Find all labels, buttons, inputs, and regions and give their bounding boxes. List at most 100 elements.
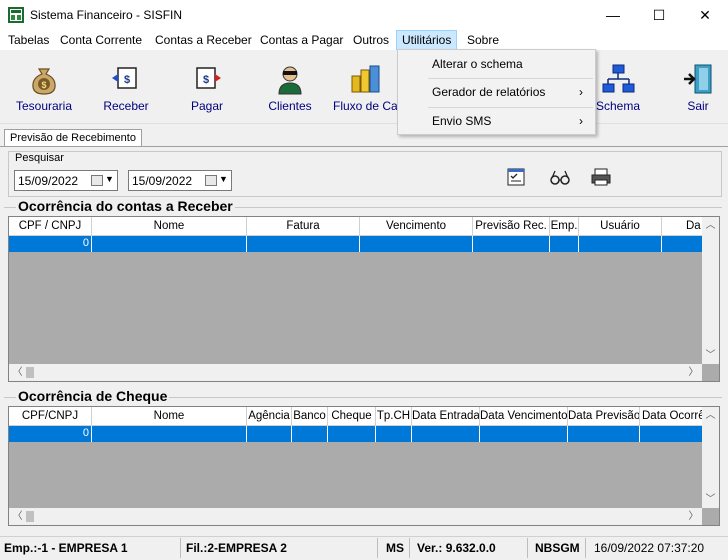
cell-data-ocorrencia[interactable]: [640, 426, 702, 442]
cell-usuario[interactable]: [579, 236, 662, 252]
cheque-grid[interactable]: CPF/CNPJ Nome Agência Banco Cheque Tp.CH…: [8, 406, 720, 526]
calendar-icon[interactable]: [91, 175, 103, 186]
cell-cheque[interactable]: [328, 426, 376, 442]
scroll-down-icon[interactable]: ﹀: [702, 491, 719, 508]
col-usuario[interactable]: Usuário: [579, 217, 662, 236]
cell-cpf-cnpj[interactable]: 0: [9, 236, 92, 252]
scroll-down-icon[interactable]: ﹀: [702, 347, 719, 364]
status-separator: [527, 538, 528, 558]
cell-nome[interactable]: [92, 236, 247, 252]
cell-previsao-rec[interactable]: [473, 236, 550, 252]
vertical-scrollbar[interactable]: ︿ ﹀: [702, 407, 719, 508]
col-cpf-cnpj[interactable]: CPF/CNPJ: [9, 407, 92, 426]
scroll-right-icon[interactable]: 〉: [685, 364, 702, 381]
chevron-down-icon[interactable]: ▼: [219, 174, 228, 184]
fluxo-de-caixa-button[interactable]: Fluxo de Caixa: [333, 62, 397, 122]
cell-banco[interactable]: [292, 426, 328, 442]
cell-fatura[interactable]: [247, 236, 360, 252]
menu-conta-corrente[interactable]: Conta Corrente: [55, 30, 147, 50]
horizontal-scrollbar[interactable]: 〈 〉: [9, 508, 702, 525]
pagar-label: Pagar: [190, 99, 224, 113]
col-nome[interactable]: Nome: [92, 407, 247, 426]
cell-tp-ch[interactable]: [376, 426, 412, 442]
cell-nome[interactable]: [92, 426, 247, 442]
col-previsao-rec[interactable]: Previsão Rec.: [473, 217, 550, 236]
scroll-up-icon[interactable]: ︿: [702, 217, 719, 234]
col-emp[interactable]: Emp.: [550, 217, 579, 236]
col-cpf-cnpj[interactable]: CPF / CNPJ: [9, 217, 92, 236]
printer-icon[interactable]: [590, 166, 612, 188]
utilitarios-dropdown: Alterar o schema Gerador de relatórios ›…: [397, 49, 596, 135]
scroll-left-icon[interactable]: 〈: [9, 508, 26, 525]
vertical-scrollbar[interactable]: ︿ ﹀: [702, 217, 719, 364]
cell-agencia[interactable]: [247, 426, 292, 442]
col-agencia[interactable]: Agência: [247, 407, 292, 426]
col-data-ocorrencia[interactable]: Data Ocorrê: [640, 407, 702, 426]
scroll-up-icon[interactable]: ︿: [702, 407, 719, 424]
toolbar: $ Tesouraria $ Receber $ Pagar Clientes: [0, 50, 728, 124]
col-cheque[interactable]: Cheque: [328, 407, 376, 426]
scroll-left-icon[interactable]: 〈: [9, 364, 26, 381]
col-data-entrada[interactable]: Data Entrada: [412, 407, 480, 426]
col-banco[interactable]: Banco: [292, 407, 328, 426]
menu-utilitarios[interactable]: Utilitários: [396, 30, 458, 50]
close-button[interactable]: ✕: [682, 0, 728, 30]
svg-text:$: $: [41, 80, 46, 90]
pagar-button[interactable]: $ Pagar: [169, 62, 245, 122]
scroll-thumb[interactable]: [26, 511, 34, 522]
date-from-field[interactable]: 15/09/2022 ▼: [14, 170, 118, 191]
calendar-icon[interactable]: [205, 175, 217, 186]
menu-sobre[interactable]: Sobre: [462, 30, 504, 50]
horizontal-scrollbar[interactable]: 〈 〉: [9, 364, 702, 381]
menu-bar: Tabelas Conta Corrente Contas a Receber …: [0, 30, 728, 50]
date-to-field[interactable]: 15/09/2022 ▼: [128, 170, 232, 191]
exit-door-icon: [684, 64, 712, 94]
clientes-button[interactable]: Clientes: [252, 62, 328, 122]
menu-alterar-schema[interactable]: Alterar o schema: [399, 52, 595, 76]
menu-outros[interactable]: Outros: [348, 30, 394, 50]
col-vencimento[interactable]: Vencimento: [360, 217, 473, 236]
col-nome[interactable]: Nome: [92, 217, 247, 236]
cell-data-vencimento[interactable]: [480, 426, 568, 442]
receber-grid-header: CPF / CNPJ Nome Fatura Vencimento Previs…: [9, 217, 702, 236]
app-logo-icon: [8, 7, 24, 23]
window-title: Sistema Financeiro - SISFIN: [30, 8, 183, 22]
cell-vencimento[interactable]: [360, 236, 473, 252]
menu-gerador-relatorios[interactable]: Gerador de relatórios ›: [399, 80, 595, 104]
menu-tabelas[interactable]: Tabelas: [3, 30, 54, 50]
menu-alterar-schema-label: Alterar o schema: [432, 57, 523, 71]
table-row[interactable]: 0: [9, 236, 702, 252]
tab-previsao-recebimento[interactable]: Previsão de Recebimento: [4, 129, 142, 146]
pay-money-icon: $: [196, 67, 221, 89]
cell-da[interactable]: [662, 236, 702, 252]
scroll-thumb[interactable]: [26, 367, 34, 378]
menu-contas-a-pagar[interactable]: Contas a Pagar: [255, 30, 348, 50]
receber-grid[interactable]: CPF / CNPJ Nome Fatura Vencimento Previs…: [8, 216, 720, 382]
table-row[interactable]: 0: [9, 426, 702, 442]
scroll-right-icon[interactable]: 〉: [685, 508, 702, 525]
minimize-button[interactable]: —: [590, 0, 636, 30]
menu-contas-a-receber[interactable]: Contas a Receber: [150, 30, 257, 50]
maximize-button[interactable]: ☐: [636, 0, 682, 30]
cell-data-previsao[interactable]: [568, 426, 640, 442]
menu-envio-sms[interactable]: Envio SMS ›: [399, 109, 595, 133]
receber-button[interactable]: $ Receber: [88, 62, 164, 122]
title-bar: Sistema Financeiro - SISFIN — ☐ ✕: [0, 0, 728, 30]
col-fatura[interactable]: Fatura: [247, 217, 360, 236]
cell-emp[interactable]: [550, 236, 579, 252]
menu-envio-sms-label: Envio SMS: [432, 114, 492, 128]
glasses-search-icon[interactable]: [549, 166, 571, 188]
cell-cpf-cnpj[interactable]: 0: [9, 426, 92, 442]
col-data-vencimento[interactable]: Data Vencimento: [480, 407, 568, 426]
status-version: Ver.: 9.632.0.0: [417, 541, 496, 555]
col-da[interactable]: Da: [662, 217, 702, 236]
sair-button[interactable]: Sair: [660, 62, 728, 122]
checklist-icon[interactable]: [505, 166, 527, 188]
tesouraria-button[interactable]: $ Tesouraria: [6, 62, 82, 122]
status-separator: [180, 538, 181, 558]
menu-separator: [428, 107, 593, 108]
chevron-down-icon[interactable]: ▼: [105, 174, 114, 184]
cell-data-entrada[interactable]: [412, 426, 480, 442]
col-data-previsao[interactable]: Data Previsão: [568, 407, 640, 426]
col-tp-ch[interactable]: Tp.CH: [376, 407, 412, 426]
